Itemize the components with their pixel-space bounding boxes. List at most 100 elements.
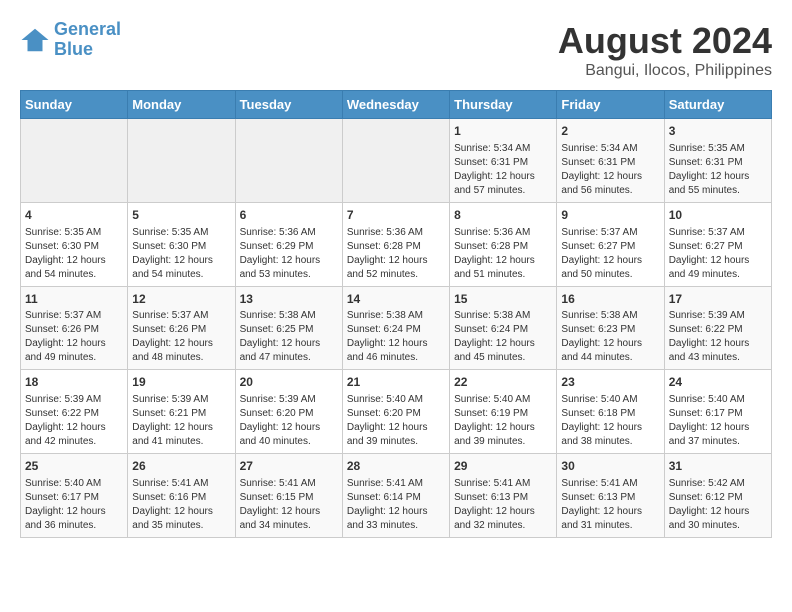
day-info: Sunrise: 5:41 AM Sunset: 6:13 PM Dayligh…	[454, 477, 552, 533]
calendar-cell: 7 Sunrise: 5:36 AM Sunset: 6:28 PM Daylig…	[342, 202, 449, 286]
calendar-cell: 12Sunrise: 5:37 AM Sunset: 6:26 PM Dayli…	[128, 286, 235, 370]
calendar-cell: 28 Sunrise: 5:41 AM Sunset: 6:14 PM Dayli…	[342, 454, 449, 538]
calendar-cell: 5 Sunrise: 5:35 AM Sunset: 6:30 PM Daylig…	[128, 202, 235, 286]
calendar-cell: 3 Sunrise: 5:35 AM Sunset: 6:31 PM Daylig…	[664, 119, 771, 203]
day-info: Sunrise: 5:41 AM Sunset: 6:16 PM Dayligh…	[132, 477, 230, 533]
day-info: Sunrise: 5:38 AM Sunset: 6:24 PM Dayligh…	[347, 309, 445, 365]
day-number: 28	[347, 458, 445, 475]
calendar-cell: 18 Sunrise: 5:39 AM Sunset: 6:22 PM Dayli…	[21, 370, 128, 454]
day-info: Sunrise: 5:39 AM Sunset: 6:20 PM Dayligh…	[240, 393, 338, 449]
calendar-cell: 8 Sunrise: 5:36 AM Sunset: 6:28 PM Daylig…	[450, 202, 557, 286]
day-number: 4	[25, 207, 123, 224]
day-of-week-header: Tuesday	[235, 91, 342, 119]
calendar-cell: 19Sunrise: 5:39 AM Sunset: 6:21 PM Dayli…	[128, 370, 235, 454]
calendar-cell: 9 Sunrise: 5:37 AM Sunset: 6:27 PM Daylig…	[557, 202, 664, 286]
day-number: 2	[561, 123, 659, 140]
calendar-week-row: 4 Sunrise: 5:35 AM Sunset: 6:30 PM Daylig…	[21, 202, 772, 286]
day-number: 25	[25, 458, 123, 475]
day-info: Sunrise: 5:37 AM Sunset: 6:26 PM Dayligh…	[25, 309, 123, 365]
calendar-cell	[342, 119, 449, 203]
day-number: 11	[25, 291, 123, 308]
day-number: 18	[25, 374, 123, 391]
day-number: 8	[454, 207, 552, 224]
day-number: 7	[347, 207, 445, 224]
day-number: 5	[132, 207, 230, 224]
logo-icon	[20, 25, 50, 55]
day-info: Sunrise: 5:39 AM Sunset: 6:22 PM Dayligh…	[25, 393, 123, 449]
calendar-cell: 11Sunrise: 5:37 AM Sunset: 6:26 PM Dayli…	[21, 286, 128, 370]
calendar-cell: 6Sunrise: 5:36 AM Sunset: 6:29 PM Daylig…	[235, 202, 342, 286]
calendar-cell	[235, 119, 342, 203]
day-number: 3	[669, 123, 767, 140]
day-info: Sunrise: 5:38 AM Sunset: 6:23 PM Dayligh…	[561, 309, 659, 365]
day-number: 29	[454, 458, 552, 475]
day-info: Sunrise: 5:35 AM Sunset: 6:31 PM Dayligh…	[669, 142, 767, 198]
day-info: Sunrise: 5:38 AM Sunset: 6:24 PM Dayligh…	[454, 309, 552, 365]
calendar-title: August 2024	[558, 20, 772, 62]
header-row: SundayMondayTuesdayWednesdayThursdayFrid…	[21, 91, 772, 119]
calendar-week-row: 18 Sunrise: 5:39 AM Sunset: 6:22 PM Dayli…	[21, 370, 772, 454]
day-of-week-header: Thursday	[450, 91, 557, 119]
day-number: 6	[240, 207, 338, 224]
day-info: Sunrise: 5:41 AM Sunset: 6:13 PM Dayligh…	[561, 477, 659, 533]
day-number: 13	[240, 291, 338, 308]
day-info: Sunrise: 5:37 AM Sunset: 6:27 PM Dayligh…	[561, 226, 659, 282]
day-number: 9	[561, 207, 659, 224]
day-info: Sunrise: 5:39 AM Sunset: 6:22 PM Dayligh…	[669, 309, 767, 365]
day-number: 27	[240, 458, 338, 475]
day-info: Sunrise: 5:35 AM Sunset: 6:30 PM Dayligh…	[25, 226, 123, 282]
day-info: Sunrise: 5:36 AM Sunset: 6:28 PM Dayligh…	[454, 226, 552, 282]
calendar-cell: 23 Sunrise: 5:40 AM Sunset: 6:18 PM Dayli…	[557, 370, 664, 454]
calendar-week-row: 1 Sunrise: 5:34 AM Sunset: 6:31 PM Daylig…	[21, 119, 772, 203]
day-info: Sunrise: 5:41 AM Sunset: 6:14 PM Dayligh…	[347, 477, 445, 533]
day-number: 1	[454, 123, 552, 140]
calendar-cell: 20 Sunrise: 5:39 AM Sunset: 6:20 PM Dayli…	[235, 370, 342, 454]
day-number: 31	[669, 458, 767, 475]
calendar-cell: 30 Sunrise: 5:41 AM Sunset: 6:13 PM Dayli…	[557, 454, 664, 538]
day-info: Sunrise: 5:35 AM Sunset: 6:30 PM Dayligh…	[132, 226, 230, 282]
calendar-cell	[128, 119, 235, 203]
calendar-cell: 16Sunrise: 5:38 AM Sunset: 6:23 PM Dayli…	[557, 286, 664, 370]
day-number: 16	[561, 291, 659, 308]
calendar-cell: 25 Sunrise: 5:40 AM Sunset: 6:17 PM Dayli…	[21, 454, 128, 538]
day-info: Sunrise: 5:41 AM Sunset: 6:15 PM Dayligh…	[240, 477, 338, 533]
page-header: General Blue August 2024 Bangui, Ilocos,…	[20, 20, 772, 80]
day-number: 26	[132, 458, 230, 475]
calendar-cell	[21, 119, 128, 203]
day-info: Sunrise: 5:37 AM Sunset: 6:27 PM Dayligh…	[669, 226, 767, 282]
calendar-week-row: 11Sunrise: 5:37 AM Sunset: 6:26 PM Dayli…	[21, 286, 772, 370]
calendar-cell: 2 Sunrise: 5:34 AM Sunset: 6:31 PM Daylig…	[557, 119, 664, 203]
calendar-cell: 14Sunrise: 5:38 AM Sunset: 6:24 PM Dayli…	[342, 286, 449, 370]
calendar-cell: 13Sunrise: 5:38 AM Sunset: 6:25 PM Dayli…	[235, 286, 342, 370]
calendar-cell: 27 Sunrise: 5:41 AM Sunset: 6:15 PM Dayli…	[235, 454, 342, 538]
day-info: Sunrise: 5:34 AM Sunset: 6:31 PM Dayligh…	[454, 142, 552, 198]
day-number: 14	[347, 291, 445, 308]
day-of-week-header: Sunday	[21, 91, 128, 119]
calendar-cell: 1 Sunrise: 5:34 AM Sunset: 6:31 PM Daylig…	[450, 119, 557, 203]
day-number: 10	[669, 207, 767, 224]
day-of-week-header: Wednesday	[342, 91, 449, 119]
day-info: Sunrise: 5:42 AM Sunset: 6:12 PM Dayligh…	[669, 477, 767, 533]
day-number: 15	[454, 291, 552, 308]
day-of-week-header: Monday	[128, 91, 235, 119]
calendar-cell: 24Sunrise: 5:40 AM Sunset: 6:17 PM Dayli…	[664, 370, 771, 454]
logo: General Blue	[20, 20, 121, 60]
calendar-table: SundayMondayTuesdayWednesdayThursdayFrid…	[20, 90, 772, 538]
day-number: 30	[561, 458, 659, 475]
day-info: Sunrise: 5:37 AM Sunset: 6:26 PM Dayligh…	[132, 309, 230, 365]
day-info: Sunrise: 5:40 AM Sunset: 6:17 PM Dayligh…	[25, 477, 123, 533]
calendar-cell: 10 Sunrise: 5:37 AM Sunset: 6:27 PM Dayli…	[664, 202, 771, 286]
calendar-cell: 29 Sunrise: 5:41 AM Sunset: 6:13 PM Dayli…	[450, 454, 557, 538]
day-info: Sunrise: 5:40 AM Sunset: 6:20 PM Dayligh…	[347, 393, 445, 449]
calendar-cell: 26 Sunrise: 5:41 AM Sunset: 6:16 PM Dayli…	[128, 454, 235, 538]
day-info: Sunrise: 5:38 AM Sunset: 6:25 PM Dayligh…	[240, 309, 338, 365]
calendar-cell: 21Sunrise: 5:40 AM Sunset: 6:20 PM Dayli…	[342, 370, 449, 454]
day-info: Sunrise: 5:36 AM Sunset: 6:28 PM Dayligh…	[347, 226, 445, 282]
day-number: 22	[454, 374, 552, 391]
day-info: Sunrise: 5:34 AM Sunset: 6:31 PM Dayligh…	[561, 142, 659, 198]
day-number: 23	[561, 374, 659, 391]
day-number: 20	[240, 374, 338, 391]
calendar-subtitle: Bangui, Ilocos, Philippines	[558, 62, 772, 80]
day-info: Sunrise: 5:40 AM Sunset: 6:18 PM Dayligh…	[561, 393, 659, 449]
logo-text: General Blue	[54, 20, 121, 60]
